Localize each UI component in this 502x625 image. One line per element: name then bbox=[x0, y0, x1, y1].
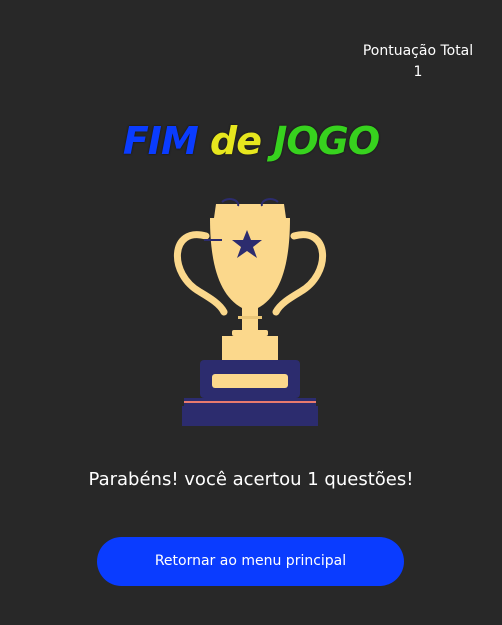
game-over-title: FIM de JOGO bbox=[0, 118, 502, 164]
title-word-de: de bbox=[210, 119, 262, 163]
total-score: Pontuação Total 1 bbox=[358, 41, 478, 83]
total-score-value: 1 bbox=[413, 64, 423, 80]
title-word-jogo: JOGO bbox=[273, 119, 380, 163]
total-score-label: Pontuação Total bbox=[362, 43, 474, 59]
result-message: Parabéns! você acertou 1 questões! bbox=[88, 469, 414, 490]
title-word-fim: FIM bbox=[122, 119, 199, 163]
trophy-icon bbox=[170, 196, 330, 432]
return-to-menu-button[interactable]: Retornar ao menu principal bbox=[97, 537, 404, 586]
